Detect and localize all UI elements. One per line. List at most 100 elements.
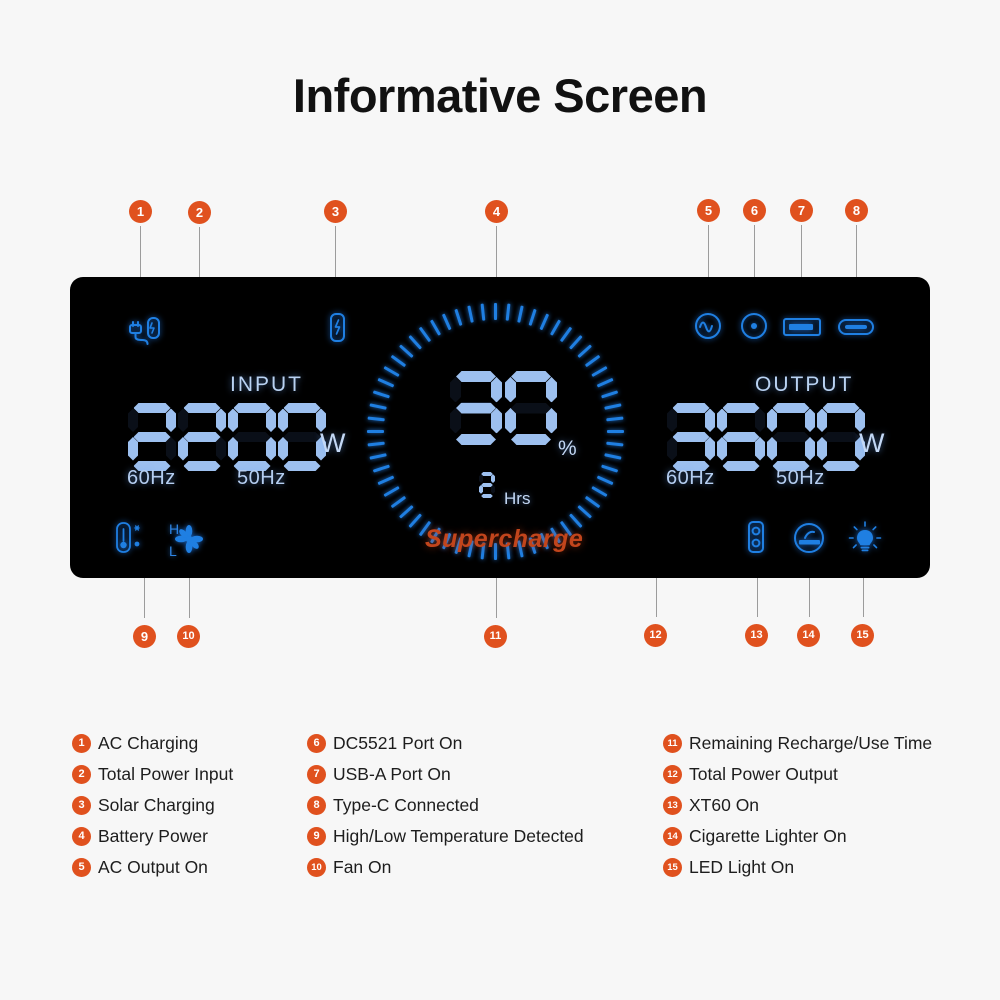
legend-item-label: LED Light On bbox=[689, 857, 795, 877]
legend-item-label: High/Low Temperature Detected bbox=[333, 826, 584, 846]
input-label: INPUT bbox=[230, 373, 303, 396]
legend-item-number: 13 bbox=[663, 796, 682, 815]
legend-item[interactable]: 9 High/Low Temperature Detected bbox=[307, 821, 584, 852]
legend-item-label: XT60 On bbox=[689, 795, 760, 815]
informative-screen-page: Informative Screen 1 2 3 4 5 6 7 8 9 10 … bbox=[0, 0, 1000, 1000]
legend-item-number: 11 bbox=[663, 734, 682, 753]
callout-badge-10[interactable]: 10 bbox=[177, 625, 200, 648]
legend-item-label: Solar Charging bbox=[98, 795, 215, 815]
ac-charging-icon bbox=[126, 313, 164, 352]
legend-item-number: 14 bbox=[663, 827, 682, 846]
output-freq-60: 60Hz bbox=[666, 467, 715, 489]
battery-time-unit: Hrs bbox=[504, 489, 531, 508]
legend-item[interactable]: 13 XT60 On bbox=[663, 790, 932, 821]
callout-badge-9[interactable]: 9 bbox=[133, 625, 156, 648]
lcd-digit bbox=[479, 472, 495, 498]
legend-item[interactable]: 6 DC5521 Port On bbox=[307, 728, 584, 759]
legend-item-label: Cigarette Lighter On bbox=[689, 826, 847, 846]
legend-item[interactable]: 2 Total Power Input bbox=[72, 759, 233, 790]
ac-output-icon bbox=[692, 310, 724, 347]
callout-badge-3[interactable]: 3 bbox=[324, 200, 347, 223]
legend-item-label: DC5521 Port On bbox=[333, 733, 463, 753]
lcd-digit bbox=[767, 403, 815, 471]
battery-percent-value bbox=[450, 371, 560, 445]
lcd-digit bbox=[450, 371, 502, 445]
legend-item-label: AC Charging bbox=[98, 733, 199, 753]
input-unit: W bbox=[320, 428, 346, 458]
lcd-digit bbox=[228, 403, 276, 471]
supercharge-label: Supercharge bbox=[425, 525, 584, 553]
fan-icon bbox=[174, 524, 204, 559]
lcd-digit bbox=[128, 403, 176, 471]
callout-badge-7[interactable]: 7 bbox=[790, 199, 813, 222]
output-label: OUTPUT bbox=[755, 373, 854, 396]
temperature-icon bbox=[110, 520, 168, 561]
callout-badge-8[interactable]: 8 bbox=[845, 199, 868, 222]
legend-item-label: Remaining Recharge/Use Time bbox=[689, 733, 933, 753]
solar-charging-icon bbox=[325, 309, 349, 354]
lcd-digit bbox=[178, 403, 226, 471]
callout-badge-5[interactable]: 5 bbox=[697, 199, 720, 222]
legend-item-label: Battery Power bbox=[98, 826, 208, 846]
page-title: Informative Screen bbox=[292, 69, 708, 122]
callout-badge-11[interactable]: 11 bbox=[484, 625, 507, 648]
legend-column-2: 6 DC5521 Port On 7 USB-A Port On 8 Type-C Con… bbox=[307, 728, 584, 883]
callout-badge-14[interactable]: 14 bbox=[797, 624, 820, 647]
legend-item-number: 7 bbox=[307, 765, 326, 784]
legend-item[interactable]: 12 Total Power Output bbox=[663, 759, 932, 790]
legend-column-3: 11 Remaining Recharge/Use Time 12 Total Pow… bbox=[663, 728, 932, 883]
legend-item-number: 9 bbox=[307, 827, 326, 846]
legend-item-number: 12 bbox=[663, 765, 682, 784]
type-c-port-icon bbox=[837, 316, 875, 343]
legend-item-label: AC Output On bbox=[98, 857, 208, 877]
callout-badge-13[interactable]: 13 bbox=[745, 624, 768, 647]
legend-item-label: Total Power Input bbox=[98, 764, 234, 784]
xt60-icon bbox=[744, 519, 768, 562]
lcd-digit bbox=[278, 403, 326, 471]
legend-item-label: USB-A Port On bbox=[333, 764, 451, 784]
legend-item-number: 15 bbox=[663, 858, 682, 877]
callout-badge-4[interactable]: 4 bbox=[485, 200, 508, 223]
usb-a-port-icon bbox=[782, 315, 822, 344]
lcd-digit bbox=[717, 403, 765, 471]
output-freq-50: 50Hz bbox=[776, 467, 825, 489]
lcd-digit bbox=[667, 403, 715, 471]
input-value bbox=[128, 403, 328, 471]
callout-badge-1[interactable]: 1 bbox=[129, 200, 152, 223]
legend-item[interactable]: 15 LED Light On bbox=[663, 852, 932, 883]
callout-badge-2[interactable]: 2 bbox=[188, 201, 211, 224]
legend-item[interactable]: 4 Battery Power bbox=[72, 821, 233, 852]
lcd-digit bbox=[817, 403, 865, 471]
legend-item[interactable]: 10 Fan On bbox=[307, 852, 584, 883]
output-unit: W bbox=[859, 428, 885, 458]
legend-item[interactable]: 14 Cigarette Lighter On bbox=[663, 821, 932, 852]
legend-item-number: 2 bbox=[72, 765, 91, 784]
legend-item-number: 8 bbox=[307, 796, 326, 815]
callout-badge-12[interactable]: 12 bbox=[644, 624, 667, 647]
legend-item-number: 4 bbox=[72, 827, 91, 846]
legend-item[interactable]: 1 AC Charging bbox=[72, 728, 233, 759]
battery-time-value bbox=[479, 472, 497, 498]
legend-item-number: 10 bbox=[307, 858, 326, 877]
led-light-icon bbox=[846, 519, 884, 562]
input-freq-50: 50Hz bbox=[237, 467, 286, 489]
battery-percent-symbol: % bbox=[558, 437, 577, 460]
legend-item[interactable]: 8 Type-C Connected bbox=[307, 790, 584, 821]
legend-item[interactable]: 11 Remaining Recharge/Use Time bbox=[663, 728, 932, 759]
callout-badge-6[interactable]: 6 bbox=[743, 199, 766, 222]
legend-item[interactable]: 5 AC Output On bbox=[72, 852, 233, 883]
dc5521-port-icon bbox=[738, 310, 770, 347]
legend-item[interactable]: 3 Solar Charging bbox=[72, 790, 233, 821]
legend-item-number: 3 bbox=[72, 796, 91, 815]
legend-item-label: Type-C Connected bbox=[333, 795, 479, 815]
cigarette-lighter-icon bbox=[790, 519, 828, 562]
legend-item-label: Total Power Output bbox=[689, 764, 838, 784]
legend-item[interactable]: 7 USB-A Port On bbox=[307, 759, 584, 790]
callout-badge-15[interactable]: 15 bbox=[851, 624, 874, 647]
lcd-display-panel: H L INPUT W 60Hz 50Hz % Hrs Supercharge … bbox=[70, 277, 930, 578]
input-freq-60: 60Hz bbox=[127, 467, 176, 489]
legend-item-number: 5 bbox=[72, 858, 91, 877]
lcd-digit bbox=[505, 371, 557, 445]
legend-item-label: Fan On bbox=[333, 857, 392, 877]
legend-item-number: 6 bbox=[307, 734, 326, 753]
